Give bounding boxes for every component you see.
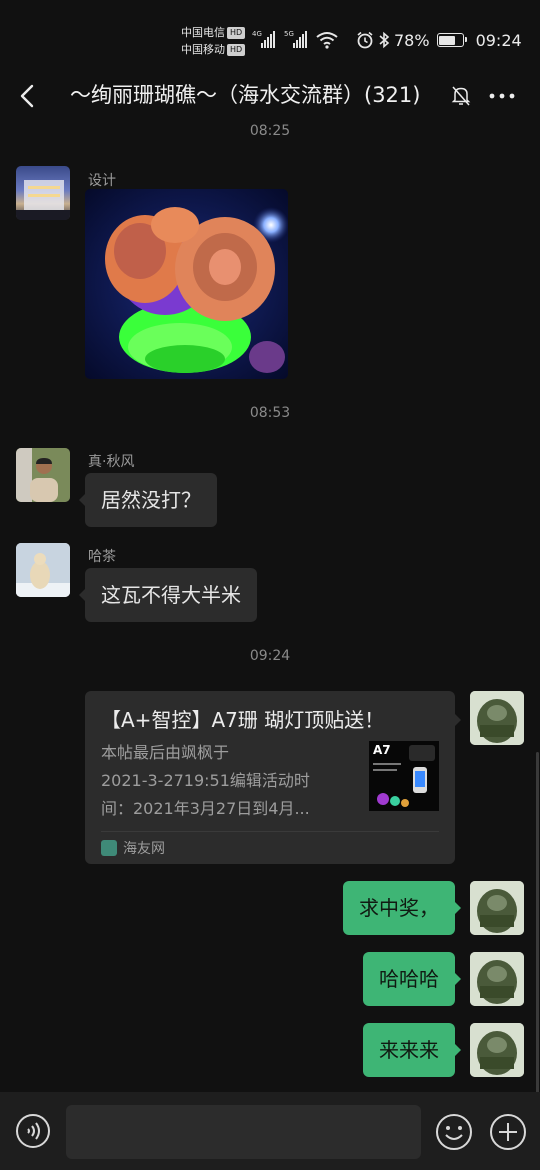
avatar[interactable] — [16, 543, 70, 597]
status-bar: 中国电信 HD 中国移动 HD 4G 5G 78% 09:24 — [0, 0, 540, 72]
avatar-person-image — [16, 448, 70, 502]
sender-name: 设计 — [88, 173, 116, 189]
coral-image — [85, 189, 288, 379]
hd-badge-1: HD — [227, 27, 246, 39]
battery-icon — [436, 33, 467, 47]
thumb-label: A7 — [373, 743, 391, 757]
card-desc-line: 本帖最后由飒枫于 — [101, 743, 230, 762]
signal-icon-1: 4G — [252, 30, 282, 48]
avatar[interactable] — [470, 691, 524, 745]
avatar-figure-image — [470, 1023, 524, 1077]
timestamp: 08:53 — [249, 405, 291, 421]
avatar[interactable] — [470, 881, 524, 935]
card-divider — [101, 831, 439, 832]
signal-icon-2: 5G — [284, 30, 314, 48]
battery-fill — [439, 35, 456, 45]
card-desc-line: 2021-3-2719:51编辑活动时 — [101, 771, 310, 790]
link-card[interactable]: 【A+智控】A7珊 瑚灯顶贴送！ 本帖最后由飒枫于 2021-3-2719:51… — [85, 691, 461, 864]
wifi-icon — [316, 32, 338, 49]
avatar[interactable] — [16, 448, 70, 502]
avatar-building-image — [16, 180, 70, 220]
card-desc-line: 间：2021年3月27日到4月... — [101, 799, 310, 818]
voice-icon[interactable] — [15, 1113, 51, 1149]
message-bubble[interactable]: 哈哈哈 — [363, 952, 461, 1006]
avatar-animal-image — [16, 543, 70, 597]
carrier-1-name: 中国电信 — [181, 26, 225, 39]
card-source-name: 海友网 — [123, 841, 165, 857]
chat-header: ～绚丽珊瑚礁～（海水交流群）(321) — [0, 72, 540, 120]
mute-bell-icon[interactable] — [451, 85, 471, 107]
back-arrow-icon[interactable] — [14, 82, 42, 110]
emoji-icon[interactable] — [435, 1113, 473, 1151]
sender-name: 真·秋风 — [88, 454, 135, 470]
alarm-icon — [357, 31, 373, 49]
avatar[interactable] — [470, 952, 524, 1006]
message-bubble[interactable]: 求中奖， — [343, 881, 461, 935]
carrier-info: 中国电信 HD 中国移动 HD — [181, 24, 246, 58]
card-thumbnail: A7 — [369, 741, 439, 811]
plus-icon[interactable] — [489, 1113, 527, 1151]
card-source: 海友网 — [101, 838, 165, 858]
message-input[interactable] — [66, 1105, 421, 1159]
chat-title: ～绚丽珊瑚礁～（海水交流群）(321) — [70, 83, 421, 107]
source-logo-icon — [101, 840, 117, 856]
message-bubble[interactable]: 居然没打？ — [79, 473, 217, 527]
avatar-figure-image — [470, 691, 524, 745]
input-bar — [0, 1092, 540, 1170]
avatar-figure-image — [470, 881, 524, 935]
clock-time: 09:24 — [475, 30, 522, 50]
status-right-group: 78% 09:24 — [356, 28, 522, 52]
timestamp: 09:24 — [249, 648, 291, 664]
message-bubble[interactable]: 来来来 — [363, 1023, 461, 1077]
timestamp: 08:25 — [249, 123, 291, 139]
coral-photo[interactable] — [85, 189, 288, 379]
carrier-2-name: 中国移动 — [181, 43, 225, 56]
battery-percent: 78% — [394, 30, 430, 50]
avatar[interactable] — [470, 1023, 524, 1077]
avatar-figure-image — [470, 952, 524, 1006]
message-bubble[interactable]: 这瓦不得大半米 — [79, 568, 257, 622]
sender-name: 哈茶 — [88, 549, 116, 565]
card-title: 【A+智控】A7珊 瑚灯顶贴送！ — [101, 708, 385, 732]
avatar[interactable] — [16, 166, 70, 220]
card-description: 本帖最后由飒枫于 2021-3-2719:51编辑活动时 间：2021年3月27… — [101, 739, 349, 823]
scrollbar[interactable] — [536, 752, 539, 1094]
hd-badge-2: HD — [227, 44, 246, 56]
more-dots-icon[interactable] — [488, 84, 516, 108]
bluetooth-icon — [379, 31, 390, 49]
